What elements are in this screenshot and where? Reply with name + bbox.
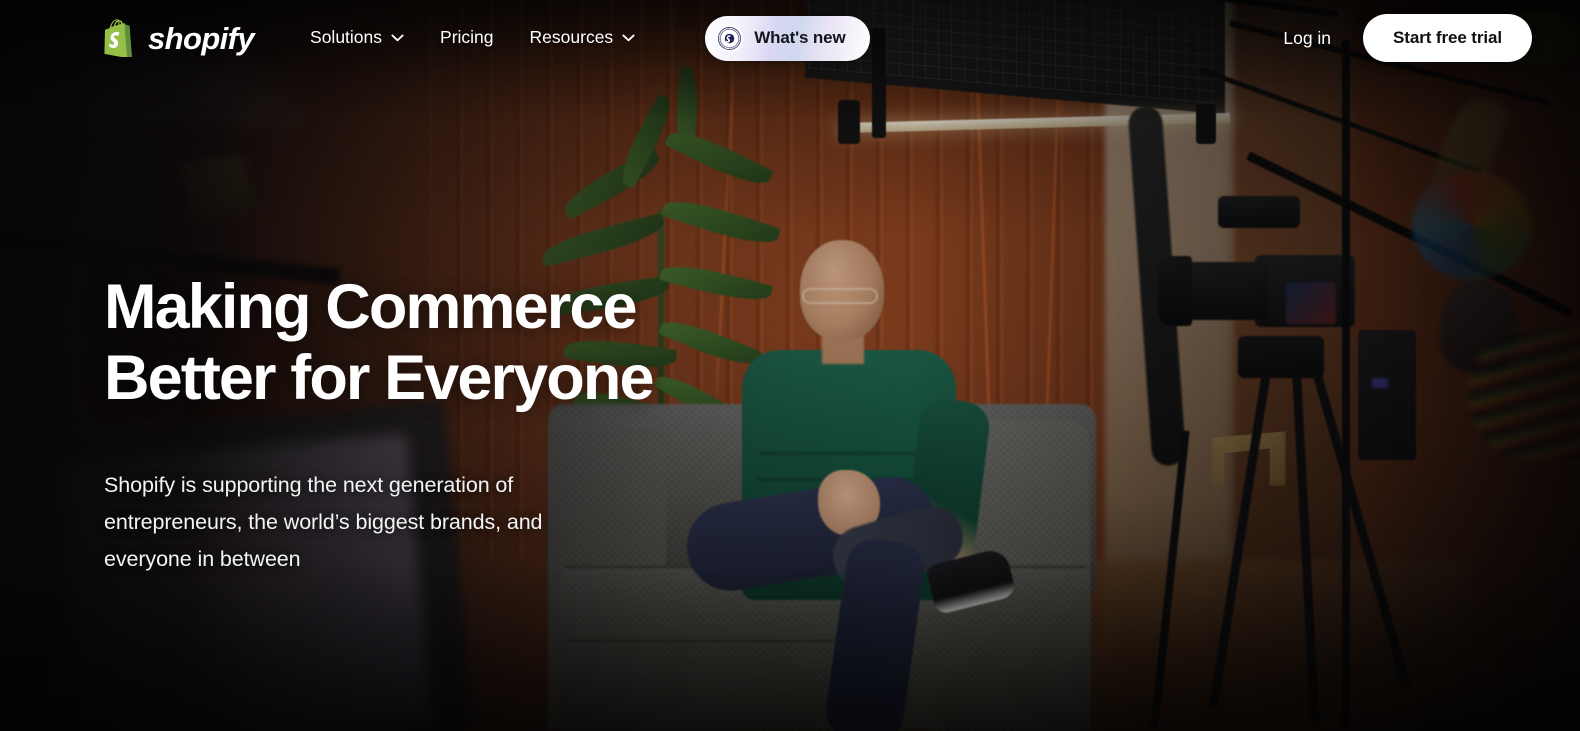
start-free-trial-button[interactable]: Start free trial: [1363, 14, 1532, 62]
whats-new-label: What's new: [754, 28, 846, 47]
hero-title-line-1: Making Commerce: [104, 272, 638, 342]
shopify-editions-seal-icon: SHOPIFY EDITIONS · SHOPIFY EDITIONS ·: [715, 24, 744, 52]
hero-page: shopify Solutions Pricing Resources SHOP…: [0, 0, 1580, 731]
nav-links: Solutions Pricing Resources SHOPIFY EDIT…: [310, 15, 870, 61]
nav-item-pricing-label: Pricing: [440, 27, 494, 48]
primary-navigation: shopify Solutions Pricing Resources SHOP…: [0, 0, 1580, 76]
chevron-down-icon: [622, 34, 635, 42]
shopify-wordmark: shopify: [148, 20, 255, 56]
nav-right-actions: Log in Start free trial: [1283, 14, 1532, 62]
hero-title: Making Commerce Better for Everyone: [104, 272, 744, 413]
hero-subtitle: Shopify is supporting the next generatio…: [104, 473, 543, 572]
nav-item-solutions[interactable]: Solutions: [310, 29, 404, 47]
shopify-bag-icon: [104, 19, 132, 57]
shopify-logo-link[interactable]: shopify: [104, 19, 255, 57]
photo-bottom-gradient: [0, 561, 1580, 731]
nav-item-resources[interactable]: Resources: [530, 29, 636, 47]
login-link[interactable]: Log in: [1283, 28, 1331, 49]
nav-item-resources-label: Resources: [529, 27, 614, 48]
hero-content: Making Commerce Better for Everyone Shop…: [104, 272, 744, 578]
whats-new-button[interactable]: SHOPIFY EDITIONS · SHOPIFY EDITIONS · Wh…: [705, 15, 870, 61]
nav-item-pricing[interactable]: Pricing: [440, 29, 494, 47]
nav-item-solutions-label: Solutions: [310, 27, 383, 48]
chevron-down-icon: [391, 34, 404, 42]
hero-title-line-2: Better for Everyone: [104, 342, 654, 413]
